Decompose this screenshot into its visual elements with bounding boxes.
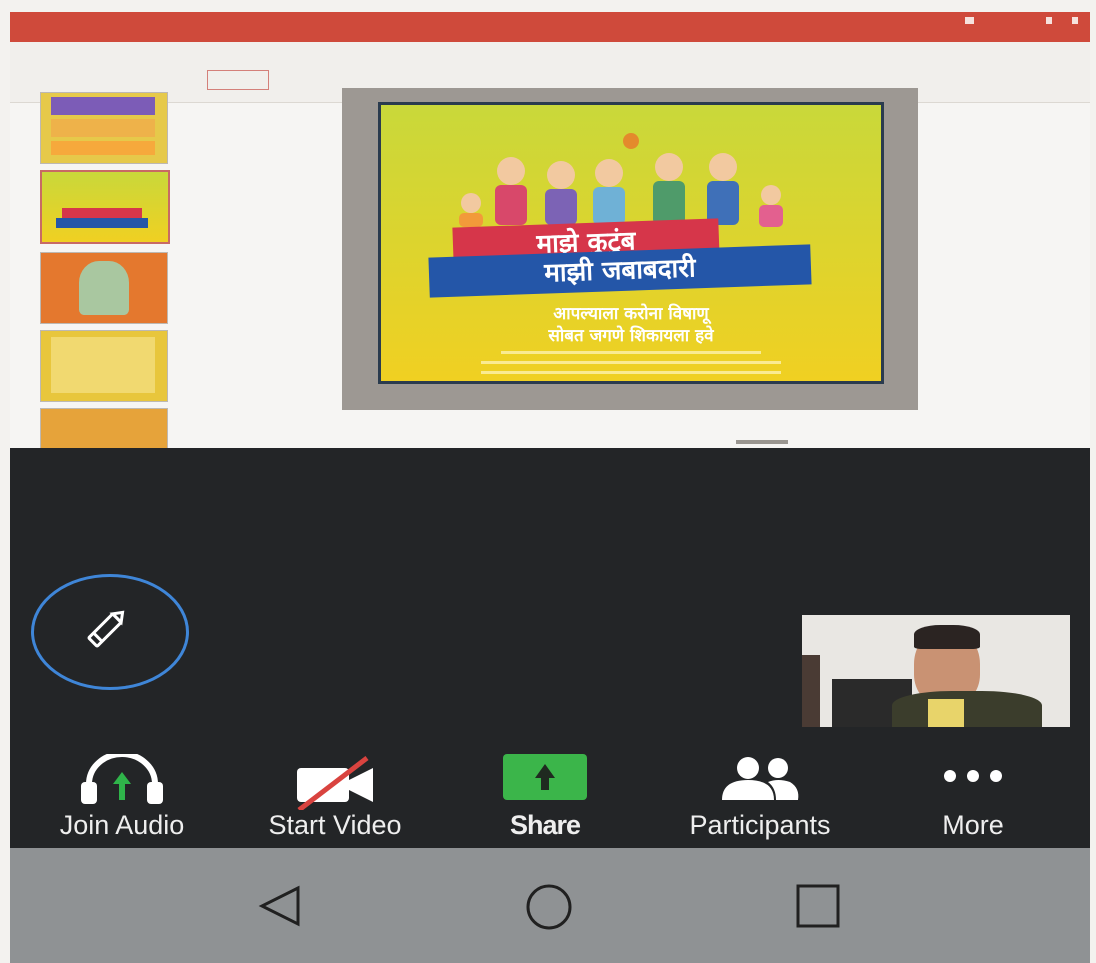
start-video-button[interactable]: Start Video (240, 744, 430, 848)
triangle-back-icon[interactable] (256, 882, 304, 930)
slide-body-line: सोबत जगणे शिकायला हवे (548, 326, 714, 346)
more-button[interactable]: More (908, 744, 1038, 848)
family-illustration (459, 133, 783, 227)
window-control (1072, 17, 1078, 24)
self-view-video[interactable] (802, 615, 1070, 727)
ppt-status-bar (10, 438, 1090, 448)
more-dots-icon (944, 770, 1002, 782)
share-label: Share (509, 810, 581, 840)
participants-label: Participants (689, 810, 831, 840)
video-off-icon (297, 756, 373, 810)
more-label: More (942, 810, 1004, 840)
ribbon-highlight (207, 70, 269, 90)
slide-thumbnail[interactable] (40, 252, 168, 324)
pencil-icon (87, 610, 125, 648)
annotate-button[interactable] (31, 574, 189, 690)
meeting-view: Join Audio Start Video Share Participant… (10, 448, 1090, 848)
current-slide: माझे कुटुंब माझी जबाबदारी आपल्याला करोना… (378, 102, 884, 384)
join-audio-label: Join Audio (59, 810, 185, 840)
join-audio-button[interactable]: Join Audio (34, 744, 210, 848)
slide-thumbnail[interactable] (40, 330, 168, 402)
android-nav-bar (10, 848, 1090, 963)
screen-edge (1090, 0, 1096, 963)
shared-screen: माझे कुटुंब माझी जबाबदारी आपल्याला करोना… (10, 12, 1090, 448)
participants-icon (722, 757, 799, 800)
square-recents-icon[interactable] (794, 882, 842, 930)
participants-button[interactable]: Participants (656, 744, 864, 848)
ppt-title-bar (10, 12, 1090, 42)
slide-thumbnails (20, 92, 172, 448)
window-control (965, 17, 974, 24)
share-button[interactable]: Share (480, 744, 610, 848)
share-arrow-icon (503, 754, 587, 800)
slide-canvas: माझे कुटुंब माझी जबाबदारी आपल्याला करोना… (342, 88, 918, 410)
window-control (1046, 17, 1052, 24)
slide-thumbnail[interactable] (40, 92, 168, 164)
slide-body-line: आपल्याला करोना विषाणू (553, 304, 709, 324)
start-video-label: Start Video (268, 810, 402, 840)
headphones-icon (81, 754, 163, 804)
slide-thumbnail-selected[interactable] (40, 170, 170, 244)
circle-home-icon[interactable] (524, 882, 574, 932)
meeting-toolbar: Join Audio Start Video Share Participant… (10, 744, 1090, 848)
